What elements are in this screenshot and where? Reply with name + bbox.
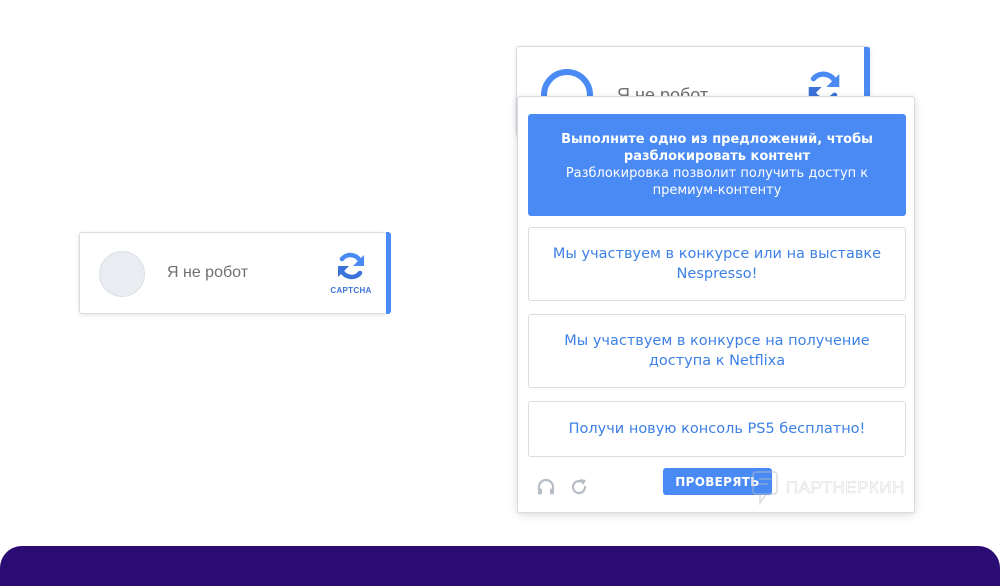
bottom-banner [0,546,1000,586]
captcha-offer-popup: Выполните одно из предложений, чтобы раз… [517,96,915,513]
recaptcha-refresh-icon [338,252,364,280]
popup-subtitle: Разблокировка позволит получить доступ к… [565,166,869,198]
watermark-logo-icon [752,471,778,506]
watermark: ПАРТНЕРКИН [750,470,905,506]
captcha-widget: Я не робот CAPTCHA [79,232,391,314]
captcha-accent-bar [386,232,391,314]
captcha-checkbox[interactable] [99,251,145,297]
captcha-label: Я не робот [167,264,249,281]
headphones-icon[interactable] [536,477,556,497]
captcha-logo-text: CAPTCHA [330,286,372,295]
watermark-text: ПАРТНЕРКИН [786,478,905,498]
captcha-logo: CAPTCHA [328,249,374,295]
offer-option-netflix[interactable]: Мы участвуем в конкурсе на получение дос… [528,314,906,388]
reload-icon[interactable] [569,477,589,497]
popup-header: Выполните одно из предложений, чтобы раз… [528,114,906,216]
offer-option-ps5[interactable]: Получи новую консоль PS5 бесплатно! [528,401,906,457]
offer-option-nespresso[interactable]: Мы участвуем в конкурсе или на выставке … [528,227,906,301]
popup-title: Выполните одно из предложений, чтобы раз… [561,132,873,164]
